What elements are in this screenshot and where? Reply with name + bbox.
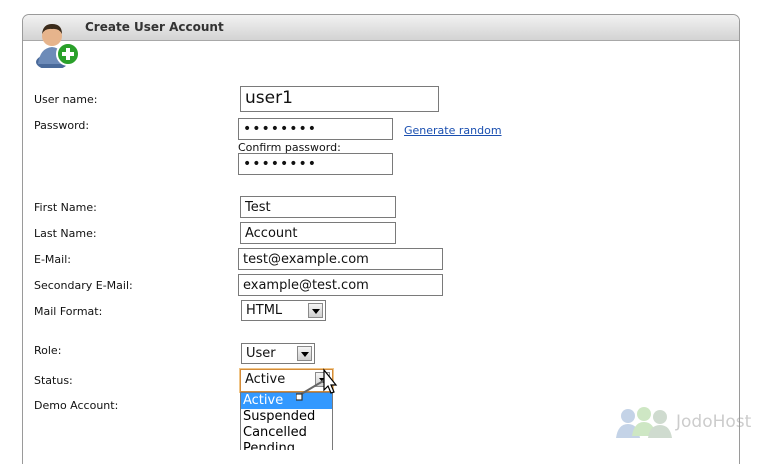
email-label: E-Mail: (34, 253, 71, 266)
jodohost-watermark: JodoHost (614, 404, 764, 440)
role-select[interactable]: User (241, 343, 315, 364)
last-name-input[interactable]: Account (240, 222, 396, 244)
username-input[interactable]: user1 (240, 86, 439, 112)
role-label: Role: (34, 344, 62, 357)
mail-format-value: HTML (246, 303, 283, 318)
panel-title: Create User Account (85, 20, 224, 34)
email-input[interactable]: test@example.com (238, 248, 443, 270)
last-name-label: Last Name: (34, 227, 97, 240)
status-option-pending[interactable]: Pending (241, 441, 332, 450)
panel-header: Create User Account (23, 15, 739, 41)
first-name-label: First Name: (34, 201, 97, 214)
status-option-suspended[interactable]: Suspended (241, 409, 332, 425)
watermark-text: JodoHost (676, 412, 752, 432)
status-option-cancelled[interactable]: Cancelled (241, 425, 332, 441)
demo-account-label: Demo Account: (34, 399, 119, 412)
people-icon (616, 407, 672, 438)
confirm-password-input[interactable]: •••••••• (238, 153, 393, 175)
secondary-email-label: Secondary E-Mail: (34, 279, 133, 292)
username-label: User name: (34, 93, 98, 106)
chevron-down-icon[interactable] (308, 303, 323, 318)
status-value: Active (245, 372, 286, 387)
chevron-down-icon[interactable] (297, 346, 312, 361)
mail-format-label: Mail Format: (34, 305, 103, 318)
mail-format-select[interactable]: HTML (241, 300, 326, 321)
cursor-icon (296, 368, 338, 401)
role-value: User (246, 346, 276, 361)
password-label: Password: (34, 119, 90, 132)
secondary-email-input[interactable]: example@test.com (238, 274, 443, 296)
user-add-icon (36, 24, 80, 68)
password-input[interactable]: •••••••• (238, 118, 393, 140)
status-label: Status: (34, 374, 73, 387)
generate-random-link[interactable]: Generate random (404, 124, 502, 137)
first-name-input[interactable]: Test (240, 196, 396, 218)
